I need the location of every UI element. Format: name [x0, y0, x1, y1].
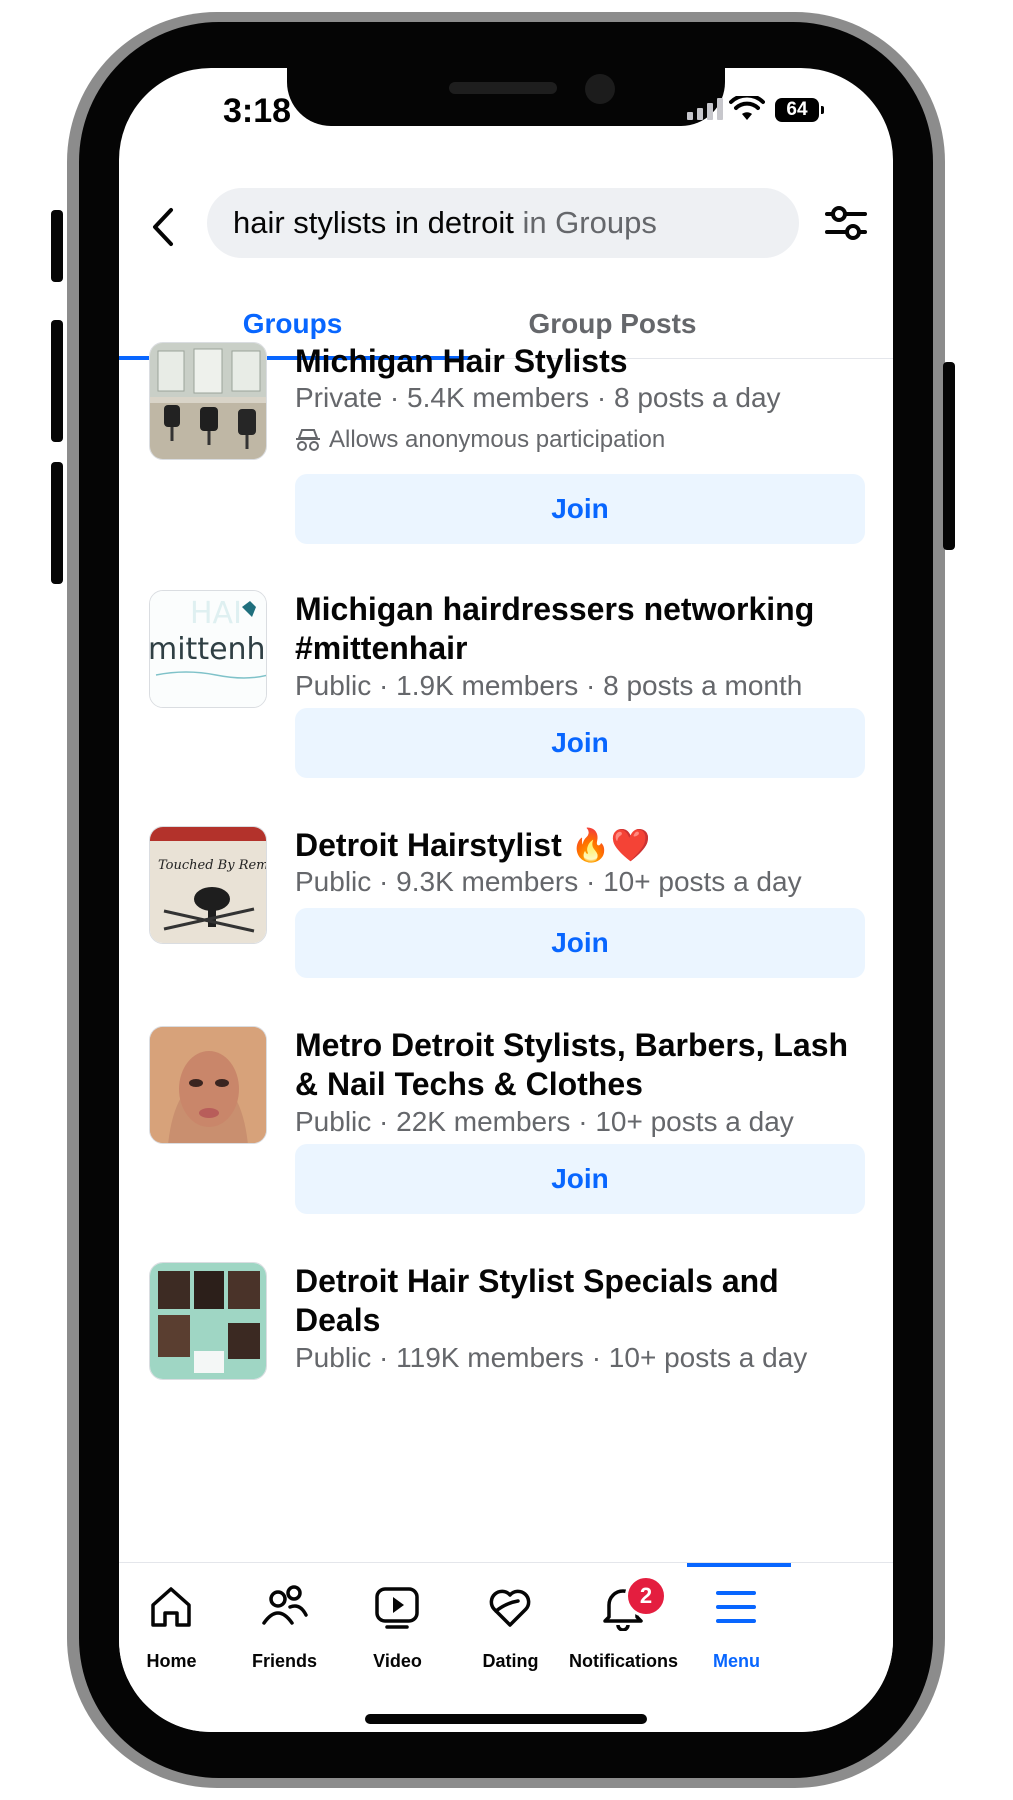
group-name[interactable]: Detroit Hairstylist 🔥❤️: [295, 826, 865, 865]
group-thumbnail-collage[interactable]: [149, 1262, 267, 1380]
speaker: [449, 82, 557, 94]
join-button[interactable]: Join: [295, 474, 865, 544]
nav-label: Home: [146, 1651, 197, 1671]
anonymous-note: Allows anonymous participation: [295, 426, 665, 454]
svg-text:HAI: HAI: [190, 596, 242, 631]
group-thumbnail-mittenhair[interactable]: HAI mittenh: [149, 590, 267, 708]
front-camera: [585, 74, 615, 104]
filter-sliders-icon[interactable]: [825, 204, 867, 242]
group-name[interactable]: Metro Detroit Stylists, Barbers, Lash & …: [295, 1026, 865, 1104]
battery-indicator: 64: [775, 98, 824, 122]
status-time: 3:18: [223, 92, 292, 130]
group-name[interactable]: Detroit Hair Stylist Specials and Deals: [295, 1262, 865, 1340]
nav-label: Video: [373, 1651, 422, 1671]
back-arrow-icon[interactable]: [147, 204, 181, 250]
group-meta: Public · 1.9K members · 8 posts a month: [295, 670, 803, 701]
nav-dating[interactable]: Dating: [446, 1563, 575, 1703]
nav-home[interactable]: Home: [119, 1563, 236, 1703]
power-button: [943, 362, 955, 550]
nav-label: Notifications: [568, 1651, 678, 1671]
nav-notifications[interactable]: 2 Notifications: [559, 1563, 688, 1703]
dating-icon: [489, 1589, 531, 1627]
thumbnail-remy-text: Touched By Remy: [158, 858, 267, 873]
home-indicator[interactable]: [365, 1714, 647, 1724]
nav-video[interactable]: Video: [333, 1563, 462, 1703]
nav-label: Menu: [713, 1651, 760, 1671]
menu-icon: [716, 1591, 756, 1623]
mute-switch: [51, 210, 63, 282]
nav-menu[interactable]: Menu: [672, 1563, 801, 1703]
join-button[interactable]: Join: [295, 1144, 865, 1214]
phone-screen: 3:18 64 hair stylists in detroit in Grou…: [119, 68, 893, 1732]
nav-label: Dating: [482, 1651, 539, 1671]
incognito-icon: [296, 429, 320, 451]
group-meta: Public · 119K members · 10+ posts a day: [295, 1342, 808, 1373]
group-thumbnail-salon[interactable]: [149, 342, 267, 460]
nav-friends[interactable]: Friends: [220, 1563, 349, 1703]
thumbnail-mittenh-text: mittenh: [150, 632, 266, 667]
group-name[interactable]: Michigan hairdressers networking #mitten…: [295, 590, 865, 668]
search-scope: in Groups: [513, 205, 657, 240]
wifi-icon: [729, 96, 765, 120]
search-input[interactable]: hair stylists in detroit in Groups: [207, 188, 799, 258]
join-button[interactable]: Join: [295, 708, 865, 778]
group-meta: Public · 22K members · 10+ posts a day: [295, 1106, 794, 1137]
search-query: hair stylists in detroit: [233, 205, 514, 240]
group-meta: Private · 5.4K members · 8 posts a day: [295, 382, 781, 413]
group-thumbnail-portrait[interactable]: [149, 1026, 267, 1144]
notification-badge: 2: [625, 1575, 667, 1617]
friends-icon: [262, 1585, 308, 1625]
signal-icon: [687, 98, 723, 120]
volume-down-button: [51, 462, 63, 584]
bottom-navigation: Home Friends Video Dating 2 Notification…: [119, 1562, 893, 1732]
volume-up-button: [51, 320, 63, 442]
video-icon: [375, 1587, 419, 1629]
notch: [287, 68, 725, 126]
group-meta: Public · 9.3K members · 10+ posts a day: [295, 866, 802, 897]
anonymous-note-text: Allows anonymous participation: [329, 426, 666, 453]
group-thumbnail-touched-by-remy[interactable]: Touched By Remy: [149, 826, 267, 944]
join-button[interactable]: Join: [295, 908, 865, 978]
home-icon: [151, 1587, 191, 1627]
nav-label: Friends: [251, 1651, 317, 1671]
group-name[interactable]: Michigan Hair Stylists: [295, 342, 865, 381]
